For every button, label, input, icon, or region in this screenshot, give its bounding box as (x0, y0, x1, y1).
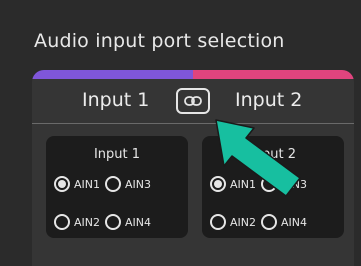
annotation-arrow-icon (215, 119, 301, 197)
radio-unselected[interactable] (105, 214, 121, 230)
radio-row: AIN1 AIN3 (54, 176, 156, 192)
radio-label: AIN2 (230, 215, 256, 229)
accent-bar-input1 (32, 70, 193, 79)
panel-accent-bar (32, 70, 354, 79)
radio-option-ain4[interactable]: AIN4 (261, 214, 307, 230)
radio-unselected[interactable] (105, 176, 121, 192)
radio-label: AIN3 (125, 177, 151, 191)
radio-option-ain2[interactable]: AIN2 (54, 214, 100, 230)
radio-row: AIN2 AIN4 (210, 214, 312, 230)
section-title: Audio input port selection (34, 30, 285, 52)
radio-unselected[interactable] (210, 214, 226, 230)
radio-option-ain3[interactable]: AIN3 (105, 176, 151, 192)
radio-option-ain2[interactable]: AIN2 (210, 214, 256, 230)
radio-row: AIN2 AIN4 (54, 214, 156, 230)
radio-selected[interactable] (54, 176, 70, 192)
input1-port-group: Input 1 AIN1 AIN3 AIN2 AIN4 (46, 136, 188, 238)
radio-option-ain1[interactable]: AIN1 (54, 176, 100, 192)
radio-label: AIN4 (125, 215, 151, 229)
audio-input-screen: Audio input port selection Input 1 Input… (0, 0, 361, 266)
radio-label: AIN2 (74, 215, 100, 229)
input1-header-label: Input 1 (82, 89, 150, 111)
group-title: Input 1 (93, 147, 141, 162)
accent-bar-input2 (193, 70, 354, 79)
radio-unselected[interactable] (261, 214, 277, 230)
link-icon (184, 96, 202, 106)
radio-option-ain4[interactable]: AIN4 (105, 214, 151, 230)
radio-unselected[interactable] (54, 214, 70, 230)
radio-label: AIN4 (281, 215, 307, 229)
radio-label: AIN1 (74, 177, 100, 191)
